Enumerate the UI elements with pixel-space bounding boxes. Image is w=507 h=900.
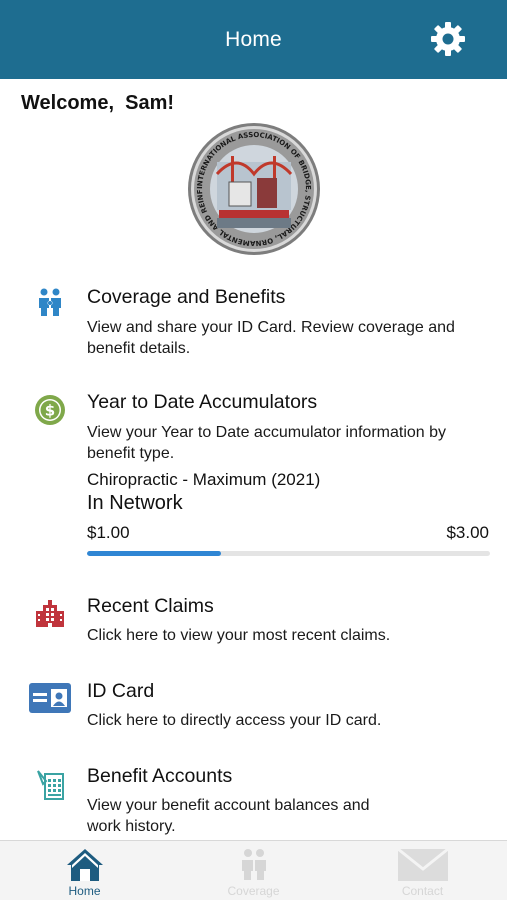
home-icon — [66, 849, 103, 881]
tab-contact-label: Contact — [401, 884, 444, 898]
accumulators-description: View your Year to Date accumulator infor… — [87, 422, 497, 464]
id-card-title: ID Card — [87, 680, 155, 702]
accumulators-desc-line-2: benefit type. — [87, 445, 175, 462]
coverage-description: View and share your ID Card. Review cove… — [87, 317, 497, 359]
tab-coverage[interactable]: Coverage — [169, 841, 338, 900]
accumulator-benefit-name: Chiropractic - Maximum (2021) — [87, 470, 321, 489]
coverage-section[interactable]: Coverage and Benefits View and share you… — [0, 282, 507, 362]
receipt-icon — [37, 770, 64, 800]
tab-contact[interactable]: Contact — [338, 841, 507, 900]
id-card-desc-line-1: Click here to directly access your ID ca… — [87, 712, 382, 729]
recent-claims-title: Recent Claims — [87, 595, 214, 617]
page-title: Home — [225, 27, 282, 51]
accumulators-desc-line-1: View your Year to Date accumulator infor… — [87, 424, 447, 441]
benefit-accounts-section[interactable]: Benefit Accounts View your benefit accou… — [0, 763, 507, 839]
benefit-accounts-desc-line-2: work history. — [87, 818, 176, 835]
accumulators-title: Year to Date Accumulators — [87, 391, 318, 413]
envelope-icon — [396, 847, 449, 881]
tab-home-label: Home — [68, 884, 101, 898]
family-icon — [39, 288, 61, 316]
building-icon — [36, 600, 64, 627]
recent-claims-description: Click here to view your most recent clai… — [87, 625, 497, 646]
benefit-accounts-description: View your benefit account balances and w… — [87, 795, 497, 837]
tab-coverage-label: Coverage — [227, 884, 280, 898]
svg-text:$: $ — [45, 402, 55, 420]
association-seal: INTERNATIONAL ASSOCIATION OF BRIDGE, STR… — [187, 122, 320, 255]
id-card-icon — [29, 683, 71, 713]
coverage-desc-line-2: benefit details. — [87, 340, 191, 357]
dollar-icon: $ — [35, 395, 65, 425]
top-app-bar: Home — [0, 0, 507, 79]
accumulator-progress-bar — [87, 551, 490, 556]
coverage-desc-line-1: View and share your ID Card. Review cove… — [87, 319, 455, 336]
tab-home[interactable]: Home — [0, 841, 169, 900]
welcome-message: Welcome, Sam! — [21, 92, 175, 114]
id-card-section[interactable]: ID Card Click here to directly access yo… — [0, 678, 507, 738]
accumulator-progress-fill — [87, 551, 222, 556]
recent-claims-desc-line-1: Click here to view your most recent clai… — [87, 627, 391, 644]
family-icon — [241, 849, 266, 880]
accumulator-network: In Network — [87, 492, 183, 514]
gear-icon[interactable] — [429, 20, 467, 58]
id-card-description: Click here to directly access your ID ca… — [87, 710, 497, 731]
benefit-accounts-title: Benefit Accounts — [87, 765, 233, 787]
coverage-title: Coverage and Benefits — [87, 286, 286, 308]
accumulator-maximum-amount: $3.00 — [446, 523, 489, 542]
recent-claims-section[interactable]: Recent Claims Click here to view your mo… — [0, 593, 507, 653]
benefit-accounts-desc-line-1: View your benefit account balances and — [87, 797, 370, 814]
accumulator-used-amount: $1.00 — [87, 523, 130, 542]
bottom-tab-bar: Home Coverage Contact — [0, 840, 507, 900]
